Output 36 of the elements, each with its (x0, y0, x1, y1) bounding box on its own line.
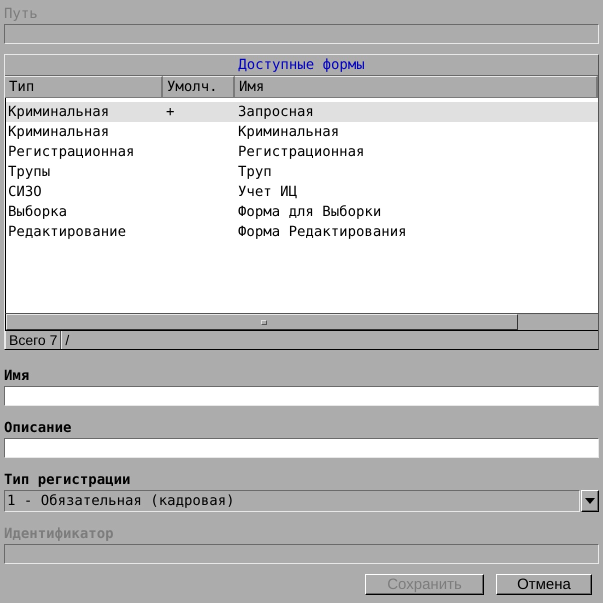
table-cell-text: Редактирование (7, 223, 128, 242)
scroll-thumb[interactable] (6, 314, 518, 330)
status-text: Всего 7 (5, 331, 62, 349)
table-cell-text: Криминальная (7, 123, 110, 142)
field-label: Тип регистрации (4, 471, 132, 490)
input-field[interactable] (4, 386, 599, 406)
table-cell-text: Криминальная (7, 103, 110, 122)
table-cell-text: Учет ИЦ (237, 183, 298, 202)
table-cell-text: СИЗО (7, 183, 43, 202)
caret-icon (585, 498, 595, 504)
table-title: Доступные формы (5, 55, 598, 76)
table-row[interactable]: Криминальная + Запросная (6, 102, 598, 122)
table-row[interactable]: Трупы Труп (6, 162, 598, 182)
table-cell-text: Криминальная (237, 123, 340, 142)
table-row[interactable]: СИЗО Учет ИЦ (6, 182, 598, 202)
table-cell-text: Регистрационная (237, 143, 366, 162)
table-cell-text: Выборка (7, 203, 68, 222)
table-cell-text: Форма для Выборки (237, 203, 382, 222)
table-cell-text: Запросная (237, 103, 315, 122)
table-row[interactable]: Выборка Форма для Выборки (6, 202, 598, 222)
table-cell-text: Труп (237, 163, 273, 182)
registration-type-select[interactable]: 1 - Обязательная (кадровая) (4, 490, 580, 512)
table-row[interactable]: Редактирование Форма Редактирования (6, 222, 598, 242)
field-label: Описание (4, 419, 72, 438)
status-text: / (61, 331, 598, 349)
table-cell-text: + (165, 103, 176, 122)
table-row[interactable]: Регистрационная Регистрационная (6, 142, 598, 162)
dropdown-button[interactable] (581, 490, 599, 512)
table-cell-text: Форма Редактирования (237, 223, 408, 242)
input-field[interactable] (4, 438, 599, 458)
table-cell-text: Трупы (7, 163, 52, 182)
scrollbar[interactable] (5, 313, 598, 330)
table-row[interactable]: Криминальная Криминальная (6, 122, 598, 142)
table-cell-text: Регистрационная (7, 143, 136, 162)
cancel-button[interactable]: Отмена (496, 574, 592, 595)
field-label: Имя (4, 367, 30, 386)
